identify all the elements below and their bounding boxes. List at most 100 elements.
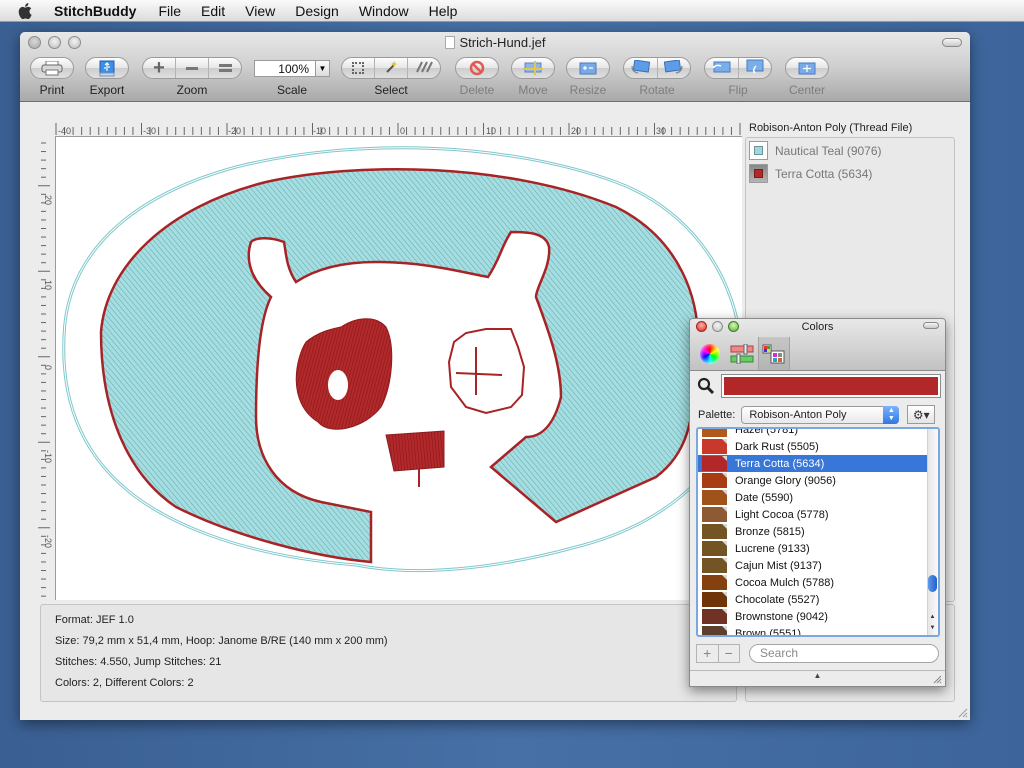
colors-panel-footer: ▲ — [690, 670, 945, 686]
nose — [385, 430, 445, 472]
tab-color-sliders[interactable] — [726, 337, 758, 370]
menu-design[interactable]: Design — [285, 0, 349, 22]
equals-icon — [218, 64, 232, 72]
delete-label: Delete — [459, 83, 495, 97]
thread-item[interactable]: Terra Cotta (5634) — [746, 163, 954, 184]
colors-resize-grip[interactable] — [932, 674, 942, 684]
flip-horizontal-icon — [711, 60, 731, 77]
select-stitches-button[interactable] — [407, 58, 440, 78]
color-wheel-icon — [700, 343, 720, 364]
export-button[interactable] — [85, 57, 129, 79]
palette-select[interactable]: Robison-Anton Poly ▲ ▼ — [741, 405, 900, 424]
rotate-left-button[interactable] — [624, 58, 657, 78]
menu-bar: StitchBuddy File Edit View Design Window… — [0, 0, 1024, 22]
palette-bottom-tools: + − Search — [696, 644, 939, 663]
printer-icon — [31, 58, 73, 78]
color-list-item[interactable]: Hazel (5781) — [698, 429, 938, 438]
flip-horizontal-button[interactable] — [705, 58, 738, 78]
vruler-label: 0 — [43, 365, 53, 370]
add-color-button[interactable]: + — [697, 645, 718, 662]
move-button[interactable] — [511, 57, 555, 79]
color-list-item[interactable]: Date (5590) — [698, 489, 938, 506]
center-button[interactable] — [785, 57, 829, 79]
scale-label: Scale — [276, 83, 308, 97]
delete-button[interactable] — [455, 57, 499, 79]
zoom-out-button[interactable] — [175, 58, 208, 78]
document-icon — [444, 36, 455, 49]
color-name: Light Cocoa (5778) — [735, 508, 829, 521]
zoom-in-button[interactable]: + — [143, 58, 175, 78]
menu-edit[interactable]: Edit — [191, 0, 235, 22]
rotate-right-button[interactable] — [656, 58, 691, 78]
select-rect-button[interactable] — [342, 58, 374, 78]
window-title-text: Strich-Hund.jef — [459, 35, 546, 50]
color-search-input[interactable]: Search — [749, 644, 939, 663]
scroll-up-arrow[interactable]: ▲ — [927, 614, 938, 624]
scroll-down-arrow[interactable]: ▼ — [927, 625, 938, 635]
palette-action-button[interactable]: ⚙▾ — [907, 405, 936, 424]
magic-wand-icon — [384, 60, 398, 77]
color-list-item[interactable]: Cajun Mist (9137) — [698, 557, 938, 574]
right-eye — [447, 328, 526, 415]
color-list-item[interactable]: Orange Glory (9056) — [698, 472, 938, 489]
hruler-label: 20 — [571, 126, 581, 136]
color-swatch — [702, 541, 727, 556]
rotate-right-icon — [663, 58, 684, 77]
color-list-item[interactable]: Brownstone (9042) — [698, 608, 938, 625]
apple-menu-icon[interactable] — [0, 2, 50, 19]
menu-help[interactable]: Help — [419, 0, 468, 22]
magic-wand-button[interactable] — [374, 58, 407, 78]
tab-color-wheel[interactable] — [694, 337, 726, 370]
add-remove-buttons: + − — [696, 644, 740, 663]
menu-app-name[interactable]: StitchBuddy — [50, 0, 148, 22]
color-swatch — [702, 592, 727, 607]
hruler-label: -40 — [58, 126, 71, 136]
list-scrollbar[interactable] — [927, 429, 938, 635]
rotate-segmented-control — [623, 57, 691, 79]
menu-file[interactable]: File — [148, 0, 191, 22]
flip-vertical-button[interactable] — [737, 58, 772, 78]
scale-dropdown-button[interactable]: ▼ — [316, 59, 330, 77]
thread-color-chip — [754, 146, 763, 155]
hruler-label: -10 — [313, 126, 326, 136]
color-list-item[interactable]: Chocolate (5527) — [698, 591, 938, 608]
colors-toolbar-toggle[interactable] — [923, 322, 939, 329]
select-group: Select — [341, 57, 441, 97]
drawer-toggle-icon[interactable]: ▲ — [814, 671, 822, 680]
updown-arrows-icon: ▲ ▼ — [883, 405, 900, 424]
remove-color-button[interactable]: − — [717, 645, 740, 662]
window-resize-grip[interactable] — [956, 706, 968, 718]
palette-color-list: Hazel (5781) Dark Rust (5505) Terra Cott… — [696, 427, 940, 637]
rotate-label: Rotate — [639, 83, 675, 97]
no-entry-icon — [456, 58, 498, 78]
list-scrollbar-thumb[interactable] — [928, 575, 937, 592]
toolbar-toggle-button[interactable] — [942, 38, 962, 47]
color-list-item-selected[interactable]: Terra Cotta (5634) — [698, 455, 938, 472]
hruler-label: -30 — [143, 126, 156, 136]
menu-window[interactable]: Window — [349, 0, 419, 22]
menu-view[interactable]: View — [235, 0, 285, 22]
flip-segmented-control — [704, 57, 772, 79]
color-swatch — [702, 473, 727, 488]
format-info: Format: JEF 1.0 — [55, 614, 134, 626]
stitches-info: Stitches: 4.550, Jump Stitches: 21 — [55, 656, 222, 668]
color-list-item[interactable]: Dark Rust (5505) — [698, 438, 938, 455]
print-group: Print — [30, 57, 74, 97]
print-button[interactable] — [30, 57, 74, 79]
color-list-item[interactable]: Light Cocoa (5778) — [698, 506, 938, 523]
thread-item[interactable]: Nautical Teal (9076) — [746, 140, 954, 161]
color-mode-tabs — [694, 337, 790, 370]
design-canvas[interactable] — [55, 136, 744, 600]
flip-label: Flip — [728, 83, 748, 97]
eyedropper-magnifier-icon[interactable] — [697, 377, 715, 395]
tab-color-palettes[interactable] — [758, 337, 790, 370]
color-list-item[interactable]: Brown (5551) — [698, 625, 938, 635]
size-info: Size: 79,2 mm x 51,4 mm, Hoop: Janome B/… — [55, 635, 388, 647]
current-color-well[interactable] — [721, 374, 941, 398]
resize-button[interactable] — [566, 57, 610, 79]
color-list-item[interactable]: Lucrene (9133) — [698, 540, 938, 557]
zoom-fit-button[interactable] — [208, 58, 241, 78]
color-list-item[interactable]: Bronze (5815) — [698, 523, 938, 540]
color-list-item[interactable]: Cocoa Mulch (5788) — [698, 574, 938, 591]
scale-input[interactable]: 100% — [254, 59, 316, 77]
